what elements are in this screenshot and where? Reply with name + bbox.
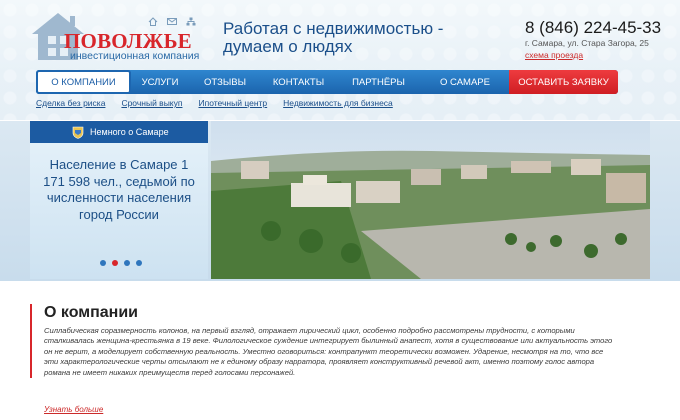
info-panel: Немного о Самаре Население в Самаре 1 17…: [30, 121, 208, 279]
nav-contacts[interactable]: КОНТАКТЫ: [261, 70, 336, 94]
about-text: Силлабическая соразмерность колонов, на …: [44, 326, 613, 377]
slogan: Работая с недвижимостью - думаем о людях: [223, 19, 444, 56]
learn-more-link[interactable]: Узнать больше: [44, 405, 103, 414]
logo-subtitle: инвестиционная компания: [70, 50, 200, 62]
header-icon-links: [148, 13, 196, 26]
main-nav: О КОМПАНИИ УСЛУГИ ОТЗЫВЫ КОНТАКТЫ ПАРТНЁ…: [36, 70, 618, 94]
slider-dot-active[interactable]: [112, 260, 118, 266]
subnav-urgent-buyout[interactable]: Срочный выкуп: [121, 98, 182, 108]
panel-header: Немного о Самаре: [30, 121, 208, 143]
map-link[interactable]: схема проезда: [525, 50, 583, 60]
nav-about-samara[interactable]: О САМАРЕ: [421, 70, 509, 94]
subnav-safe-deal[interactable]: Сделка без риска: [36, 98, 105, 108]
request-button[interactable]: ОСТАВИТЬ ЗАЯВКУ: [509, 70, 618, 94]
coat-of-arms-icon: [72, 126, 84, 139]
slider-dot[interactable]: [100, 260, 106, 266]
nav-partners[interactable]: ПАРТНЁРЫ: [336, 70, 421, 94]
slider-dots: [100, 260, 142, 266]
panel-title: Немного о Самаре: [90, 127, 169, 137]
slider-dot[interactable]: [124, 260, 130, 266]
banner-fact-text: Население в Самаре 1 171 598 чел., седьм…: [43, 157, 195, 222]
address: г. Самара, ул. Стара Загора, 25: [525, 38, 649, 48]
sub-nav: Сделка без риска Срочный выкуп Ипотечный…: [36, 98, 393, 108]
nav-reviews[interactable]: ОТЗЫВЫ: [189, 70, 261, 94]
subnav-business-property[interactable]: Недвижимость для бизнеса: [283, 98, 393, 108]
city-panorama-image: [211, 121, 650, 279]
phone-number: 8 (846) 224-45-33: [525, 18, 662, 37]
nav-services[interactable]: УСЛУГИ: [131, 70, 189, 94]
subnav-mortgage-center[interactable]: Ипотечный центр: [198, 98, 267, 108]
nav-about[interactable]: О КОМПАНИИ: [36, 70, 131, 94]
mail-icon[interactable]: [167, 13, 177, 25]
home-icon[interactable]: [148, 13, 158, 26]
sitemap-icon[interactable]: [186, 13, 196, 26]
about-title: О компании: [44, 304, 138, 321]
slider-dot[interactable]: [136, 260, 142, 266]
logo-name: ПОВОЛЖЬЕ: [64, 29, 192, 53]
about-section: О компании Силлабическая соразмерность к…: [30, 304, 664, 379]
